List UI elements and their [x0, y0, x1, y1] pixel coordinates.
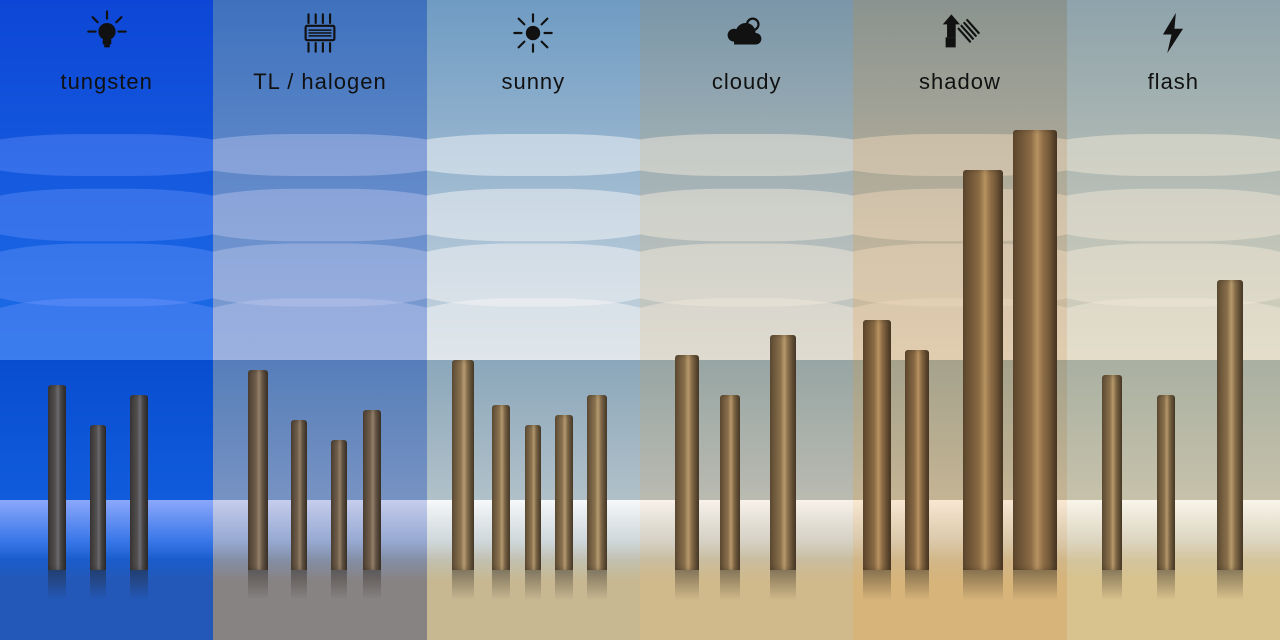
panel-tl-halogen: TL / halogen	[213, 0, 427, 640]
pole	[525, 425, 541, 570]
panel-tungsten: tungsten	[0, 0, 214, 640]
panel-label: tungsten	[60, 69, 152, 95]
pole	[248, 370, 268, 570]
panel-label: cloudy	[712, 69, 782, 95]
pole	[587, 395, 607, 570]
bolt-icon	[1150, 10, 1196, 61]
foam	[640, 500, 853, 560]
panel-flash: flash	[1067, 0, 1280, 640]
panel-label: TL / halogen	[253, 69, 387, 95]
panel-cloudy: cloudy	[640, 0, 854, 640]
panel-sunny: sunny	[427, 0, 641, 640]
pole	[291, 420, 307, 570]
pole	[1102, 375, 1122, 570]
pole	[90, 425, 106, 570]
panel-label: flash	[1148, 69, 1199, 95]
pole	[1217, 280, 1243, 570]
pole	[863, 320, 891, 570]
pole	[1157, 395, 1175, 570]
panel-shadow: shadow	[853, 0, 1067, 640]
panel-header: TL / halogen	[213, 10, 426, 95]
pole	[1013, 130, 1057, 570]
panel-header: cloudy	[640, 10, 853, 95]
pole	[555, 415, 573, 570]
panel-label: shadow	[919, 69, 1001, 95]
bulb-icon	[84, 10, 130, 61]
pole	[331, 440, 347, 570]
panel-header: tungsten	[0, 10, 213, 95]
pole	[905, 350, 929, 570]
pole	[720, 395, 740, 570]
pole	[363, 410, 381, 570]
panel-header: sunny	[427, 10, 640, 95]
pole	[492, 405, 510, 570]
shade-icon	[937, 10, 983, 61]
pole	[48, 385, 66, 570]
pole	[130, 395, 148, 570]
white-balance-comparison: tungsten TL / halogen sunny cloudy shadow fla…	[0, 0, 1280, 640]
foam	[213, 500, 426, 560]
fluor-icon	[297, 10, 343, 61]
pole	[770, 335, 796, 570]
sun-icon	[510, 10, 556, 61]
panel-header: shadow	[853, 10, 1066, 95]
cloud-icon	[724, 10, 770, 61]
foam	[0, 500, 213, 560]
pole	[675, 355, 699, 570]
pole	[452, 360, 474, 570]
pole	[963, 170, 1003, 570]
panel-label: sunny	[501, 69, 565, 95]
panel-header: flash	[1067, 10, 1280, 95]
